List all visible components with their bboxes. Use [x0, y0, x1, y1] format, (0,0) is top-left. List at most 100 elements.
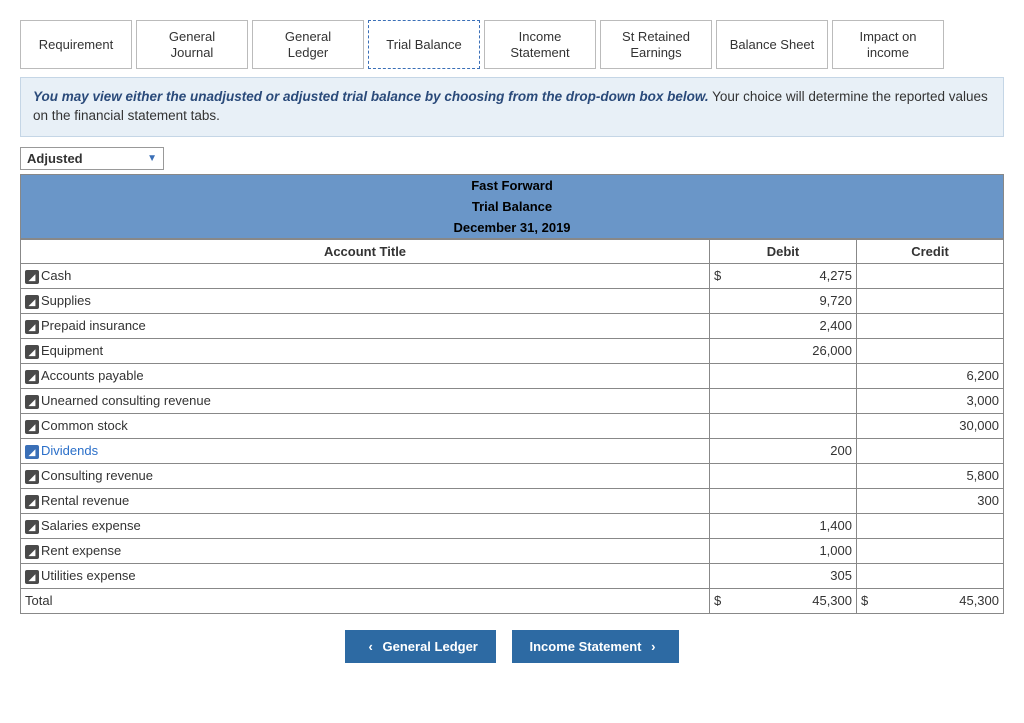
dropdown-value: Adjusted [27, 151, 83, 166]
credit-value[interactable] [881, 513, 1004, 538]
account-cell[interactable]: ◢Rental revenue [21, 488, 710, 513]
credit-value[interactable] [881, 563, 1004, 588]
credit-currency [857, 563, 882, 588]
account-title: Salaries expense [41, 518, 141, 533]
row-toggle-icon[interactable]: ◢ [25, 320, 39, 334]
row-toggle-icon[interactable]: ◢ [25, 345, 39, 359]
info-bar: You may view either the unadjusted or ad… [20, 77, 1004, 137]
account-title: Rent expense [41, 543, 121, 558]
credit-value[interactable]: 6,200 [881, 363, 1004, 388]
account-cell[interactable]: ◢Common stock [21, 413, 710, 438]
debit-currency [710, 438, 735, 463]
credit-value[interactable]: 3,000 [881, 388, 1004, 413]
tab-general-ledger[interactable]: General Ledger [252, 20, 364, 69]
credit-value[interactable] [881, 438, 1004, 463]
account-cell[interactable]: ◢Supplies [21, 288, 710, 313]
credit-currency [857, 463, 882, 488]
debit-value[interactable] [734, 363, 857, 388]
account-title: Equipment [41, 343, 103, 358]
table-row: ◢Rent expense 1,000 [21, 538, 1004, 563]
account-cell[interactable]: ◢Rent expense [21, 538, 710, 563]
credit-currency [857, 438, 882, 463]
debit-currency [710, 363, 735, 388]
tab-retained-earnings[interactable]: St Retained Earnings [600, 20, 712, 69]
debit-value[interactable]: 305 [734, 563, 857, 588]
debit-currency [710, 288, 735, 313]
debit-value[interactable]: 200 [734, 438, 857, 463]
credit-currency [857, 538, 882, 563]
account-title: Common stock [41, 418, 128, 433]
debit-value[interactable]: 9,720 [734, 288, 857, 313]
row-toggle-icon[interactable]: ◢ [25, 270, 39, 284]
row-toggle-icon[interactable]: ◢ [25, 520, 39, 534]
debit-value[interactable]: 1,400 [734, 513, 857, 538]
debit-currency [710, 513, 735, 538]
total-credit: 45,300 [881, 588, 1004, 613]
account-cell[interactable]: ◢Unearned consulting revenue [21, 388, 710, 413]
account-title: Rental revenue [41, 493, 129, 508]
debit-value[interactable] [734, 488, 857, 513]
total-credit-currency: $ [857, 588, 882, 613]
account-cell[interactable]: ◢Utilities expense [21, 563, 710, 588]
debit-value[interactable]: 4,275 [734, 263, 857, 288]
info-emphasis: You may view either the unadjusted or ad… [33, 89, 709, 104]
account-title: Accounts payable [41, 368, 144, 383]
account-cell[interactable]: ◢Consulting revenue [21, 463, 710, 488]
credit-value[interactable]: 30,000 [881, 413, 1004, 438]
debit-value[interactable]: 1,000 [734, 538, 857, 563]
account-cell[interactable]: ◢Prepaid insurance [21, 313, 710, 338]
row-toggle-icon[interactable]: ◢ [25, 495, 39, 509]
debit-value[interactable] [734, 463, 857, 488]
tab-trial-balance[interactable]: Trial Balance [368, 20, 480, 69]
debit-currency [710, 463, 735, 488]
tab-income-statement[interactable]: Income Statement [484, 20, 596, 69]
tab-impact-income[interactable]: Impact on income [832, 20, 944, 69]
account-cell[interactable]: ◢Dividends [21, 438, 710, 463]
credit-value[interactable]: 5,800 [881, 463, 1004, 488]
account-cell[interactable]: ◢Equipment [21, 338, 710, 363]
row-toggle-icon[interactable]: ◢ [25, 445, 39, 459]
debit-currency [710, 538, 735, 563]
credit-value[interactable]: 300 [881, 488, 1004, 513]
row-toggle-icon[interactable]: ◢ [25, 295, 39, 309]
tab-general-journal[interactable]: General Journal [136, 20, 248, 69]
debit-value[interactable]: 2,400 [734, 313, 857, 338]
debit-currency [710, 313, 735, 338]
account-title: Unearned consulting revenue [41, 393, 211, 408]
row-toggle-icon[interactable]: ◢ [25, 470, 39, 484]
debit-currency [710, 388, 735, 413]
account-cell[interactable]: ◢Accounts payable [21, 363, 710, 388]
total-row: Total $ 45,300 $ 45,300 [21, 588, 1004, 613]
debit-currency [710, 488, 735, 513]
credit-value[interactable] [881, 263, 1004, 288]
account-cell[interactable]: ◢Cash [21, 263, 710, 288]
table-row: ◢Accounts payable 6,200 [21, 363, 1004, 388]
credit-value[interactable] [881, 288, 1004, 313]
credit-value[interactable] [881, 313, 1004, 338]
credit-currency [857, 513, 882, 538]
credit-currency [857, 488, 882, 513]
debit-currency [710, 563, 735, 588]
next-button[interactable]: Income Statement › [512, 630, 680, 663]
credit-value[interactable] [881, 538, 1004, 563]
debit-value[interactable] [734, 413, 857, 438]
account-title: Utilities expense [41, 568, 136, 583]
credit-value[interactable] [881, 338, 1004, 363]
prev-button[interactable]: ‹ General Ledger [345, 630, 496, 663]
debit-currency [710, 338, 735, 363]
chevron-down-icon: ▼ [147, 153, 157, 164]
debit-value[interactable] [734, 388, 857, 413]
total-debit-currency: $ [710, 588, 735, 613]
credit-currency [857, 313, 882, 338]
row-toggle-icon[interactable]: ◢ [25, 370, 39, 384]
row-toggle-icon[interactable]: ◢ [25, 395, 39, 409]
row-toggle-icon[interactable]: ◢ [25, 545, 39, 559]
row-toggle-icon[interactable]: ◢ [25, 420, 39, 434]
row-toggle-icon[interactable]: ◢ [25, 570, 39, 584]
tab-balance-sheet[interactable]: Balance Sheet [716, 20, 828, 69]
tab-requirement[interactable]: Requirement [20, 20, 132, 69]
account-cell[interactable]: ◢Salaries expense [21, 513, 710, 538]
report-date: December 31, 2019 [21, 217, 1003, 238]
adjustment-dropdown[interactable]: Adjusted ▼ [20, 147, 164, 170]
debit-value[interactable]: 26,000 [734, 338, 857, 363]
